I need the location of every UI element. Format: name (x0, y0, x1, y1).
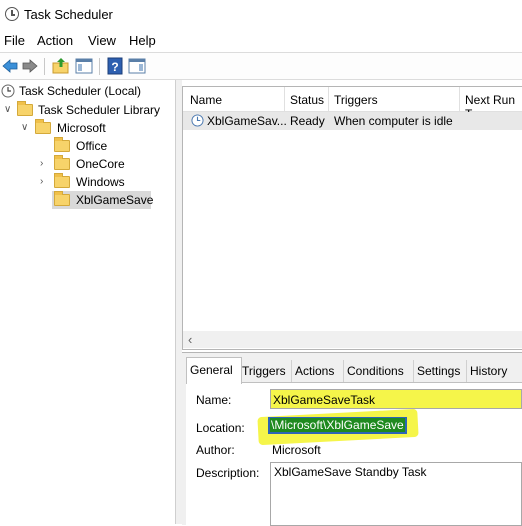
tab-actions[interactable]: Actions (291, 360, 337, 382)
column-header-name[interactable]: Name (190, 93, 222, 107)
folder-icon (54, 155, 70, 170)
task-scheduler-clock-icon (5, 7, 19, 21)
folder-icon (54, 191, 70, 206)
location-text: \Microsoft\XblGameSave (270, 418, 405, 432)
show-hide-action-pane-icon[interactable] (128, 57, 146, 75)
task-status-cell: Ready (290, 114, 325, 128)
tab-conditions[interactable]: Conditions (343, 360, 407, 382)
toolbar: ? (0, 52, 522, 80)
tree-label: OneCore (76, 157, 125, 171)
tree-item-office[interactable]: Office (0, 137, 175, 155)
chevron-right-icon[interactable]: › (40, 173, 50, 191)
folder-icon (54, 173, 70, 188)
description-value: XblGameSave Standby Task (274, 465, 427, 479)
tree-item-xblgamesave[interactable]: XblGameSave (52, 191, 154, 209)
tree-item-windows[interactable]: › Windows (0, 173, 175, 191)
tree-label: Windows (76, 175, 125, 189)
column-header-triggers[interactable]: Triggers (334, 93, 378, 107)
details-tab-strip: General Triggers Actions Conditions Sett… (182, 357, 522, 400)
toolbar-separator (44, 58, 45, 75)
menu-view[interactable]: View (88, 33, 116, 48)
column-divider[interactable] (328, 87, 329, 111)
menu-bar: File Action View Help (0, 30, 522, 50)
tree-item-task-scheduler-library[interactable]: ∨ Task Scheduler Library (0, 101, 175, 119)
title-bar: Task Scheduler (0, 0, 522, 30)
column-divider[interactable] (459, 87, 460, 111)
menu-action[interactable]: Action (37, 33, 73, 48)
column-divider[interactable] (284, 87, 285, 111)
window-title: Task Scheduler (24, 7, 113, 22)
chevron-down-icon[interactable]: ∨ (4, 101, 14, 119)
author-value: Microsoft (272, 443, 321, 457)
tree-item-microsoft[interactable]: ∨ Microsoft (0, 119, 175, 137)
clock-icon (1, 84, 15, 98)
table-row[interactable]: XblGameSav... Ready When computer is idl… (183, 112, 522, 130)
scroll-left-icon[interactable]: ‹ (188, 332, 192, 347)
tree-label: Task Scheduler (Local) (19, 84, 142, 98)
tree-label: XblGameSave (76, 193, 154, 207)
menu-file[interactable]: File (4, 33, 25, 48)
task-clock-icon (191, 114, 204, 127)
horizontal-scrollbar[interactable]: ‹ (183, 331, 522, 348)
library-folder-icon (17, 101, 33, 116)
task-list: Name Status Triggers Next Run T XblGameS… (182, 86, 522, 350)
tab-triggers[interactable]: Triggers (238, 360, 289, 382)
svg-text:?: ? (111, 60, 118, 74)
tree-label: Office (76, 139, 108, 153)
tree-label: Task Scheduler Library (38, 103, 161, 117)
folder-icon (54, 137, 70, 152)
location-value[interactable]: \Microsoft\XblGameSave (268, 417, 407, 434)
chevron-down-icon[interactable]: ∨ (21, 119, 31, 137)
general-tab-panel: Name: XblGameSaveTask Location: \Microso… (186, 382, 522, 526)
tree-item-onecore[interactable]: › OneCore (0, 155, 175, 173)
forward-arrow-icon[interactable] (21, 57, 39, 75)
location-label: Location: (196, 421, 245, 435)
help-icon[interactable]: ? (106, 57, 124, 75)
up-folder-icon[interactable] (52, 57, 70, 75)
author-label: Author: (196, 443, 235, 457)
back-arrow-icon[interactable] (1, 57, 19, 75)
name-label: Name: (196, 393, 232, 407)
tab-settings[interactable]: Settings (413, 360, 463, 382)
toolbar-separator (99, 58, 100, 75)
tab-history[interactable]: History (d (466, 360, 522, 400)
folder-icon (35, 119, 51, 134)
console-tree: Task Scheduler (Local) ∨ Task Scheduler … (0, 80, 176, 524)
task-details: General Triggers Actions Conditions Sett… (182, 352, 522, 526)
tree-item-task-scheduler-local[interactable]: Task Scheduler (Local) (0, 82, 175, 100)
task-triggers-cell: When computer is idle (334, 114, 453, 128)
chevron-right-icon[interactable]: › (40, 155, 50, 173)
task-name-cell: XblGameSav... (207, 114, 287, 128)
column-header-status[interactable]: Status (290, 93, 324, 107)
description-label: Description: (196, 466, 260, 480)
menu-help[interactable]: Help (129, 33, 156, 48)
column-header-row: Name Status Triggers Next Run T (183, 87, 522, 121)
description-field[interactable]: XblGameSave Standby Task (270, 462, 522, 526)
show-hide-console-tree-icon[interactable] (75, 57, 93, 75)
task-name-value: XblGameSaveTask (273, 393, 376, 407)
tree-label: Microsoft (57, 121, 106, 135)
tab-general[interactable]: General (186, 357, 242, 384)
task-name-field[interactable]: XblGameSaveTask (270, 389, 522, 409)
